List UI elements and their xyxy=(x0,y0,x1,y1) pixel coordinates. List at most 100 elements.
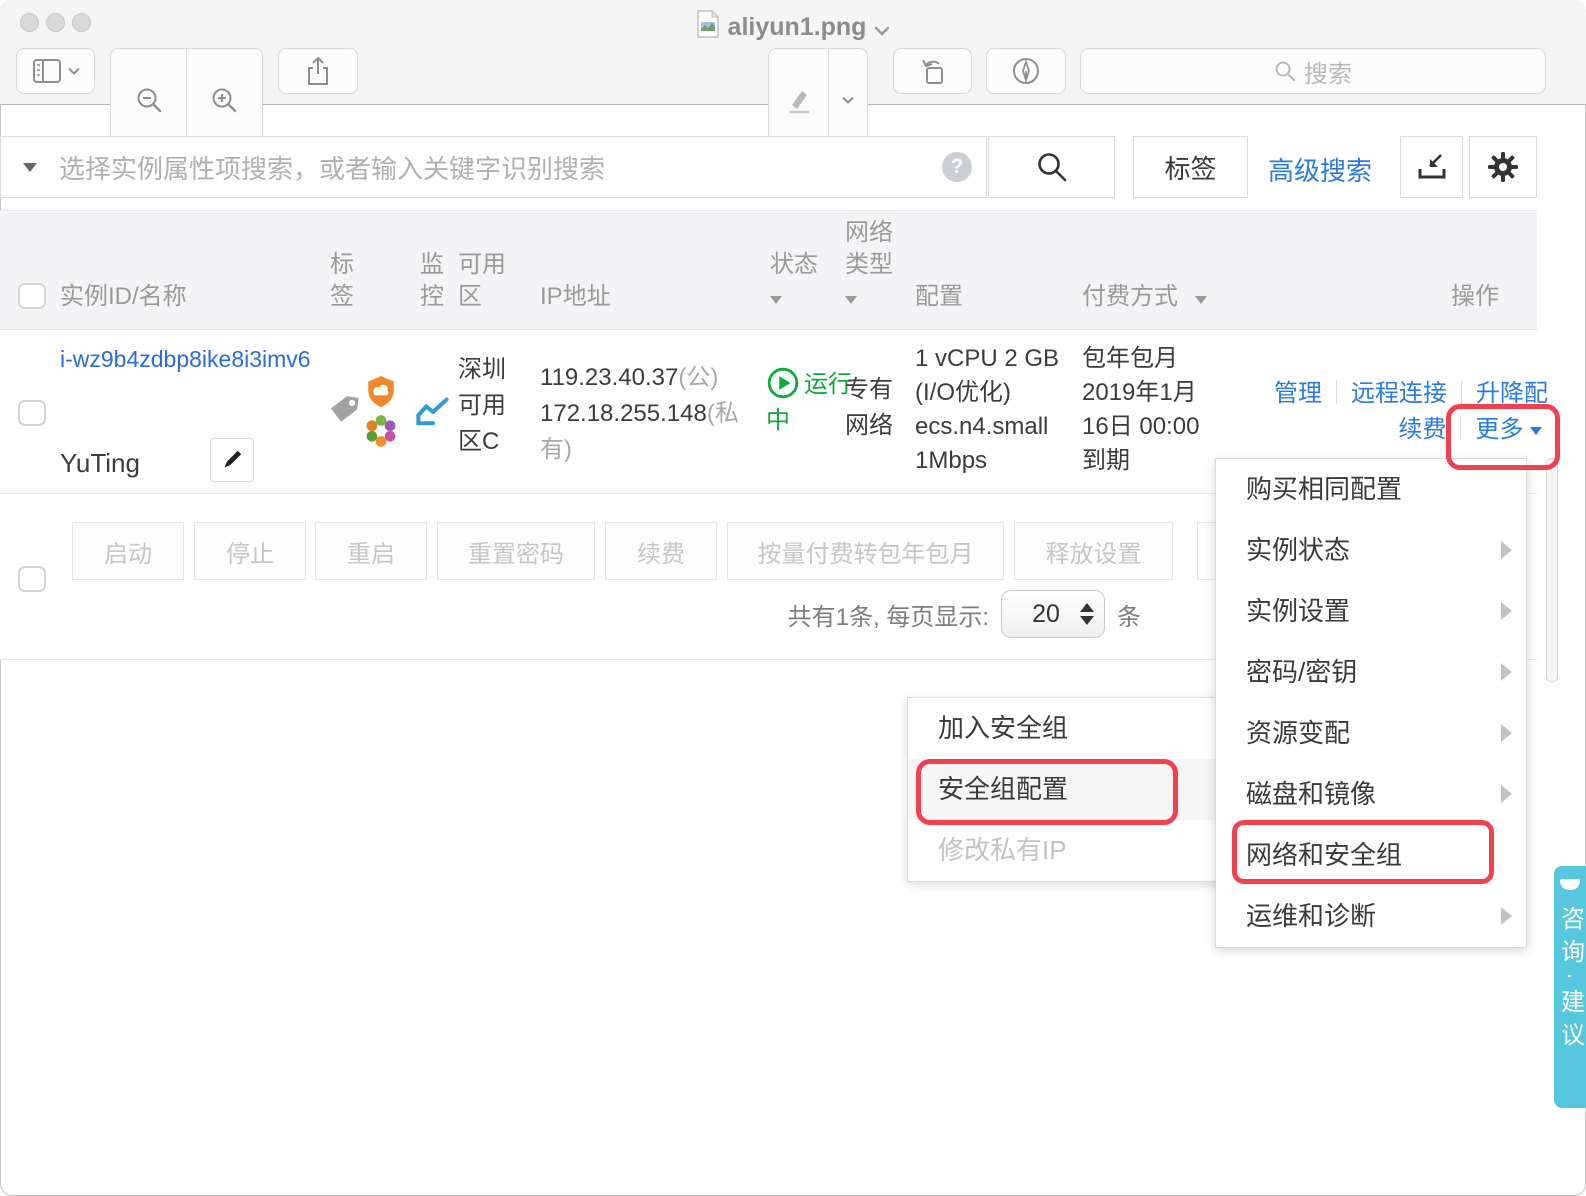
menu-item-ops-diagnosis[interactable]: 运维和诊断 xyxy=(1216,886,1526,947)
instance-filter-input[interactable]: 选择实例属性项搜索，或者输入关键字识别搜索 ? xyxy=(0,136,987,198)
instance-id-link[interactable]: i-wz9b4zdbp8ike8i3imv6 xyxy=(60,342,318,376)
header-billing: 付费方式 xyxy=(1082,281,1207,313)
network-filter-icon[interactable] xyxy=(845,296,857,304)
scrollbar-thumb[interactable] xyxy=(1546,458,1558,682)
sidebar-icon xyxy=(32,58,62,84)
menu-item-instance-settings[interactable]: 实例设置 xyxy=(1216,581,1526,642)
billing-filter-icon[interactable] xyxy=(1194,296,1207,304)
ip-cell: 119.23.40.37(公) 172.18.255.148(私有) xyxy=(540,364,739,463)
config-cell: 1 vCPU 2 GB (I/O优化) ecs.n4.small 1Mbps xyxy=(915,345,1060,474)
tag-filter-button[interactable]: 标签 xyxy=(1133,136,1248,198)
settings-button[interactable] xyxy=(1469,136,1537,198)
menu-item-password-key[interactable]: 密码/密钥 xyxy=(1216,642,1526,703)
zone-cell: 深圳可用区C xyxy=(458,356,506,455)
public-ip: 119.23.40.37 xyxy=(540,364,679,391)
per-page-value: 20 xyxy=(1032,599,1060,628)
resource-group-icon[interactable] xyxy=(360,410,402,459)
header-operations: 操作 xyxy=(1451,283,1499,310)
header-tag: 标签 xyxy=(330,251,354,310)
feedback-icon xyxy=(1560,879,1580,890)
row-checkbox[interactable] xyxy=(18,400,46,426)
reset-password-button[interactable]: 重置密码 xyxy=(437,522,595,580)
security-shield-icon[interactable] xyxy=(364,374,398,415)
edit-name-button[interactable] xyxy=(210,438,254,482)
menu-item-disk-image[interactable]: 磁盘和镜像 xyxy=(1216,764,1526,825)
window-title-group: aliyun1.png xyxy=(0,9,1586,45)
zoom-in-icon xyxy=(212,88,237,113)
export-button[interactable] xyxy=(1400,136,1463,198)
submenu-item-security-group-config[interactable]: 安全组配置 xyxy=(908,759,1222,820)
search-icon xyxy=(1275,61,1295,81)
pagination-unit: 条 xyxy=(1117,603,1141,631)
tag-button-label: 标签 xyxy=(1164,153,1217,184)
chevron-down-icon xyxy=(842,96,854,104)
zoom-out-icon xyxy=(137,88,161,113)
running-status-icon xyxy=(767,367,799,399)
header-ip: IP地址 xyxy=(540,283,611,310)
rotate-button[interactable] xyxy=(893,48,972,94)
preview-window: aliyun1.png 搜索 选择实例属性项搜索，或者输入关键字识别搜索 ? 标… xyxy=(0,0,1586,1196)
renew-link[interactable]: 续费 xyxy=(1398,416,1446,443)
more-dropdown-menu: 购买相同配置 实例状态 实例设置 密码/密钥 资源变配 磁盘和镜像 网络和安全组… xyxy=(1215,458,1527,948)
select-all-checkbox[interactable] xyxy=(18,283,46,309)
filter-type-caret-icon[interactable] xyxy=(23,162,37,172)
preview-search-field[interactable]: 搜索 xyxy=(1080,48,1546,94)
title-chevron-icon[interactable] xyxy=(874,15,890,44)
export-icon xyxy=(1418,154,1445,179)
advanced-search-link[interactable]: 高级搜索 xyxy=(1268,151,1372,188)
instance-name: YuTing xyxy=(60,448,140,478)
billing-cell: 包年包月 2019年1月 16日 00:00 到期 xyxy=(1082,345,1200,474)
highlight-pen-icon xyxy=(789,91,810,114)
menu-item-instance-status[interactable]: 实例状态 xyxy=(1216,520,1526,581)
stepper-up-icon[interactable] xyxy=(1080,603,1094,612)
more-button[interactable]: 更多 xyxy=(1475,416,1542,443)
help-icon[interactable]: ? xyxy=(942,152,972,182)
filter-placeholder: 选择实例属性项搜索，或者输入关键字识别搜索 xyxy=(59,153,606,184)
submenu-item-join-security-group[interactable]: 加入安全组 xyxy=(908,698,1222,759)
sidebar-toggle-button[interactable] xyxy=(16,48,95,94)
header-network-type: 网络类型 xyxy=(845,217,905,313)
submenu-arrow-icon xyxy=(1501,602,1512,620)
share-icon xyxy=(308,56,328,85)
feedback-label: 咨询·建议 xyxy=(1556,906,1584,1055)
status-filter-icon[interactable] xyxy=(770,296,782,304)
submenu-arrow-icon xyxy=(1501,541,1512,559)
network-type-cell: 专有网络 xyxy=(845,376,893,439)
rotate-icon xyxy=(921,59,943,84)
markup-icon xyxy=(1013,58,1039,84)
monitor-chart-icon[interactable] xyxy=(415,394,451,437)
start-button[interactable]: 启动 xyxy=(72,522,184,580)
operations-cell: 管理 远程连接 升降配 续费 更多 xyxy=(1218,376,1548,448)
header-instance-id: 实例ID/名称 xyxy=(60,283,187,310)
gear-icon xyxy=(1488,152,1518,182)
header-config: 配置 xyxy=(915,283,963,310)
markup-toolbar-button[interactable] xyxy=(986,48,1066,94)
share-button[interactable] xyxy=(278,48,358,94)
convert-billing-button[interactable]: 按量付费转包年包月 xyxy=(727,522,1004,580)
document-icon xyxy=(696,9,720,45)
upgrade-link[interactable]: 升降配 xyxy=(1476,380,1548,407)
tag-icon[interactable] xyxy=(325,390,363,435)
stepper-down-icon[interactable] xyxy=(1080,616,1094,625)
menu-item-resource-change[interactable]: 资源变配 xyxy=(1216,703,1526,764)
restart-button[interactable]: 重启 xyxy=(315,522,427,580)
submenu-arrow-icon xyxy=(1501,724,1512,742)
header-zone: 可用区 xyxy=(458,251,506,310)
manage-link[interactable]: 管理 xyxy=(1274,380,1322,407)
submenu-item-modify-private-ip: 修改私有IP xyxy=(938,835,1067,865)
chevron-down-icon xyxy=(67,67,80,76)
feedback-side-tab[interactable]: 咨询·建议 xyxy=(1554,866,1586,1108)
search-placeholder: 搜索 xyxy=(1304,60,1352,88)
renew-button[interactable]: 续费 xyxy=(605,522,717,580)
window-title: aliyun1.png xyxy=(727,13,867,41)
footer-checkbox[interactable] xyxy=(18,566,46,592)
menu-item-buy-same-config[interactable]: 购买相同配置 xyxy=(1216,459,1526,520)
stop-button[interactable]: 停止 xyxy=(194,522,306,580)
release-settings-button[interactable]: 释放设置 xyxy=(1014,522,1173,580)
menu-item-network-security-group[interactable]: 网络和安全组 xyxy=(1216,825,1526,886)
private-ip: 172.18.255.148 xyxy=(540,400,707,427)
search-button[interactable] xyxy=(988,136,1115,198)
per-page-stepper[interactable]: 20 xyxy=(1001,590,1105,638)
remote-connect-link[interactable]: 远程连接 xyxy=(1351,380,1447,407)
more-caret-icon xyxy=(1530,427,1542,435)
